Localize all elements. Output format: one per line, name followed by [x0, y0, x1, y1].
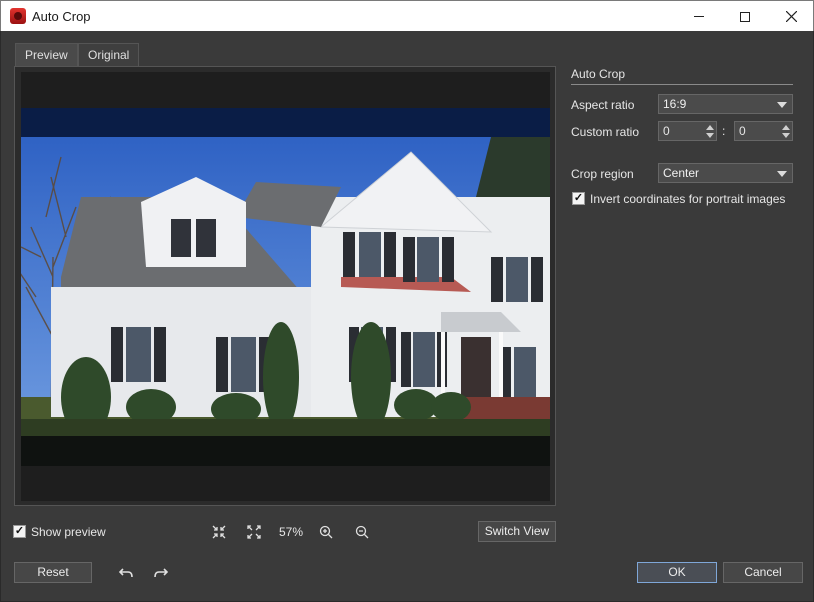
maximize-button[interactable]: [722, 1, 768, 32]
window-title: Auto Crop: [32, 9, 91, 24]
close-button[interactable]: [768, 1, 814, 32]
crop-region-select[interactable]: Center: [658, 163, 793, 183]
cancel-button[interactable]: Cancel: [723, 562, 803, 583]
section-title: Auto Crop: [571, 67, 626, 81]
crop-band-top: [21, 108, 550, 137]
crop-region-label: Crop region: [571, 167, 634, 181]
custom-ratio-width-value: 0: [663, 124, 670, 138]
minimize-icon: [694, 16, 704, 17]
aspect-ratio-label: Aspect ratio: [571, 98, 635, 112]
section-divider: [571, 84, 793, 85]
ratio-separator: :: [722, 124, 726, 138]
invert-label[interactable]: Invert coordinates for portrait images: [590, 192, 785, 206]
stepper-down-icon[interactable]: [706, 133, 714, 138]
show-preview-checkbox[interactable]: ✓: [13, 525, 26, 538]
aspect-ratio-select[interactable]: 16:9: [658, 94, 793, 114]
fit-to-window-icon[interactable]: [210, 523, 228, 541]
zoom-level: 57%: [279, 525, 304, 539]
zoom-out-icon[interactable]: [353, 523, 371, 541]
custom-ratio-height-value: 0: [739, 124, 746, 138]
stepper-down-icon[interactable]: [782, 133, 790, 138]
show-preview-label[interactable]: Show preview: [31, 525, 106, 539]
custom-ratio-label: Custom ratio: [571, 125, 640, 139]
stepper-up-icon[interactable]: [706, 125, 714, 130]
preview-image: [21, 137, 550, 436]
minimize-button[interactable]: [676, 1, 722, 32]
chevron-down-icon: [777, 102, 787, 108]
maximize-icon: [740, 11, 750, 22]
undo-icon[interactable]: [118, 564, 134, 580]
preview-panel: [14, 66, 556, 506]
zoom-in-icon[interactable]: [317, 523, 335, 541]
reset-button[interactable]: Reset: [14, 562, 92, 583]
redo-icon[interactable]: [153, 564, 169, 580]
aspect-ratio-value: 16:9: [663, 97, 687, 111]
crop-region-value: Center: [663, 166, 700, 180]
switch-view-button[interactable]: Switch View: [478, 521, 556, 542]
invert-checkbox[interactable]: ✓: [572, 192, 585, 205]
crop-band-bottom: [21, 436, 550, 466]
ok-button[interactable]: OK: [637, 562, 717, 583]
chevron-down-icon: [777, 171, 787, 177]
tab-preview[interactable]: Preview: [15, 43, 78, 67]
preview-canvas[interactable]: [21, 72, 550, 501]
actual-size-icon[interactable]: [245, 523, 263, 541]
close-icon: [785, 11, 797, 22]
tab-original[interactable]: Original: [78, 43, 140, 66]
custom-ratio-width-stepper[interactable]: 0: [658, 121, 717, 141]
dialog-body: Preview Original Auto Crop Aspect ratio …: [0, 31, 814, 602]
custom-ratio-height-stepper[interactable]: 0: [734, 121, 793, 141]
title-bar: Auto Crop: [0, 0, 814, 31]
app-icon: [10, 8, 26, 24]
stepper-up-icon[interactable]: [782, 125, 790, 130]
